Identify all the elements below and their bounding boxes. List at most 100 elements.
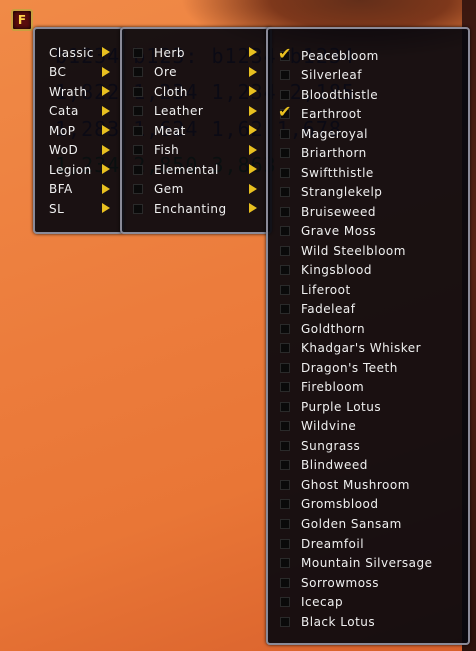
- herb-item-fadeleaf[interactable]: Fadeleaf: [280, 300, 355, 319]
- menu-item-label: Ore: [154, 65, 177, 79]
- checkbox[interactable]: [280, 440, 290, 451]
- herb-item-gromsblood[interactable]: Gromsblood: [280, 495, 379, 514]
- checkbox[interactable]: [280, 304, 290, 315]
- herb-item-purple-lotus[interactable]: Purple Lotus: [280, 397, 381, 416]
- checkbox[interactable]: [280, 538, 290, 549]
- checkbox[interactable]: [280, 343, 290, 354]
- checkbox[interactable]: [280, 421, 290, 432]
- checkbox[interactable]: ✔: [278, 104, 291, 120]
- checkbox[interactable]: [133, 86, 143, 97]
- herb-item-bloodthistle[interactable]: Bloodthistle: [280, 85, 378, 104]
- checkbox[interactable]: [133, 203, 143, 214]
- expansion-item-mop[interactable]: MoP: [49, 121, 75, 140]
- herb-item-blindweed[interactable]: Blindweed: [280, 456, 368, 475]
- checkbox[interactable]: [280, 206, 290, 217]
- category-item-leather[interactable]: Leather: [133, 102, 203, 121]
- expansion-item-legion[interactable]: Legion: [49, 160, 92, 179]
- checkbox[interactable]: [133, 164, 143, 175]
- herb-item-firebloom[interactable]: Firebloom: [280, 378, 364, 397]
- expansion-item-bc[interactable]: BC: [49, 63, 66, 82]
- herb-item-briarthorn[interactable]: Briarthorn: [280, 144, 367, 163]
- checkbox[interactable]: [280, 479, 290, 490]
- herb-item-goldthorn[interactable]: Goldthorn: [280, 319, 365, 338]
- menu-item-label: Elemental: [154, 162, 219, 177]
- category-item-gem[interactable]: Gem: [133, 180, 184, 199]
- checkbox[interactable]: [280, 499, 290, 510]
- herb-item-golden-sansam[interactable]: Golden Sansam: [280, 514, 402, 533]
- menu-item-label: Stranglekelp: [301, 185, 383, 200]
- arrow-right-icon: [249, 144, 257, 155]
- checkbox[interactable]: [280, 187, 290, 198]
- checkbox[interactable]: [280, 362, 290, 373]
- herb-item-liferoot[interactable]: Liferoot: [280, 280, 351, 299]
- herb-item-peacebloom[interactable]: ✔ Peacebloom: [278, 45, 379, 65]
- checkbox[interactable]: [280, 284, 290, 295]
- checkmark-icon: ✔: [278, 43, 292, 63]
- herb-item-sorrowmoss[interactable]: Sorrowmoss: [280, 573, 379, 592]
- herb-item-stranglekelp[interactable]: Stranglekelp: [280, 183, 382, 202]
- expansion-item-classic[interactable]: Classic: [49, 43, 94, 62]
- checkbox[interactable]: [280, 577, 290, 588]
- checkbox[interactable]: [280, 226, 290, 237]
- menu-item-label: Firebloom: [301, 380, 365, 395]
- checkbox[interactable]: [280, 616, 290, 627]
- herb-item-dreamfoil[interactable]: Dreamfoil: [280, 534, 364, 553]
- arrow-right-icon: [249, 203, 257, 213]
- checkbox[interactable]: [280, 558, 290, 569]
- herb-item-swiftthistle[interactable]: Swiftthistle: [280, 163, 374, 182]
- menu-item-label: Peacebloom: [301, 48, 379, 63]
- expansion-item-wrath[interactable]: Wrath: [49, 82, 87, 101]
- category-item-enchanting[interactable]: Enchanting: [133, 199, 227, 218]
- herb-item-kingsblood[interactable]: Kingsblood: [280, 261, 372, 280]
- herb-item-black-lotus[interactable]: Black Lotus: [280, 612, 375, 631]
- category-item-cloth[interactable]: Cloth: [133, 82, 188, 101]
- herb-item-khadgar-s-whisker[interactable]: Khadgar's Whisker: [280, 339, 421, 358]
- herb-menu: ✔ Peacebloom Silverleaf Bloodthistle ✔ Earthr…: [266, 27, 470, 645]
- herb-item-sungrass[interactable]: Sungrass: [280, 436, 360, 455]
- herb-item-ghost-mushroom[interactable]: Ghost Mushroom: [280, 475, 410, 494]
- category-item-elemental[interactable]: Elemental: [133, 160, 219, 179]
- checkbox[interactable]: [280, 89, 290, 100]
- checkbox[interactable]: [280, 128, 290, 139]
- checkbox[interactable]: [280, 148, 290, 159]
- herb-item-mageroyal[interactable]: Mageroyal: [280, 124, 368, 143]
- checkbox[interactable]: [133, 145, 143, 155]
- herb-item-wildvine[interactable]: Wildvine: [280, 417, 356, 436]
- expansion-item-sl[interactable]: SL: [49, 199, 64, 218]
- checkbox[interactable]: ✔: [278, 45, 291, 61]
- menu-item-label: Wild Steelbloom: [301, 243, 406, 258]
- checkbox[interactable]: [280, 401, 290, 412]
- checkbox[interactable]: [133, 106, 143, 116]
- herb-item-earthroot[interactable]: ✔ Earthroot: [278, 104, 362, 124]
- checkbox[interactable]: [280, 167, 290, 178]
- menu-item-label: Mageroyal: [301, 126, 369, 141]
- checkbox[interactable]: [280, 323, 290, 334]
- checkbox[interactable]: [280, 597, 290, 608]
- category-item-meat[interactable]: Meat: [133, 121, 186, 140]
- checkbox[interactable]: [133, 67, 143, 77]
- herb-item-mountain-silversage[interactable]: Mountain Silversage: [280, 554, 433, 573]
- checkbox[interactable]: [280, 265, 290, 276]
- expansion-item-wod[interactable]: WoD: [49, 141, 78, 160]
- herb-item-grave-moss[interactable]: Grave Moss: [280, 222, 376, 241]
- checkbox[interactable]: [133, 125, 143, 136]
- category-item-ore[interactable]: Ore: [133, 63, 177, 82]
- checkbox[interactable]: [280, 70, 290, 81]
- checkbox[interactable]: [133, 184, 143, 194]
- checkbox[interactable]: [133, 47, 143, 58]
- herb-item-bruiseweed[interactable]: Bruiseweed: [280, 202, 376, 221]
- checkbox[interactable]: [280, 460, 290, 471]
- herb-item-wild-steelbloom[interactable]: Wild Steelbloom: [280, 241, 406, 260]
- category-item-herb[interactable]: Herb: [133, 43, 185, 62]
- expansion-item-cata[interactable]: Cata: [49, 102, 79, 121]
- expansion-item-bfa[interactable]: BFA: [49, 180, 73, 199]
- herb-item-silverleaf[interactable]: Silverleaf: [280, 66, 362, 85]
- checkbox[interactable]: [280, 518, 290, 529]
- category-item-fish[interactable]: Fish: [133, 141, 179, 160]
- checkbox[interactable]: [280, 382, 290, 393]
- herb-item-dragon-s-teeth[interactable]: Dragon's Teeth: [280, 358, 398, 377]
- menu-item-label: Cata: [49, 104, 79, 118]
- toggle-menu-button[interactable]: F: [11, 9, 33, 31]
- herb-item-icecap[interactable]: Icecap: [280, 593, 343, 612]
- checkbox[interactable]: [280, 245, 290, 256]
